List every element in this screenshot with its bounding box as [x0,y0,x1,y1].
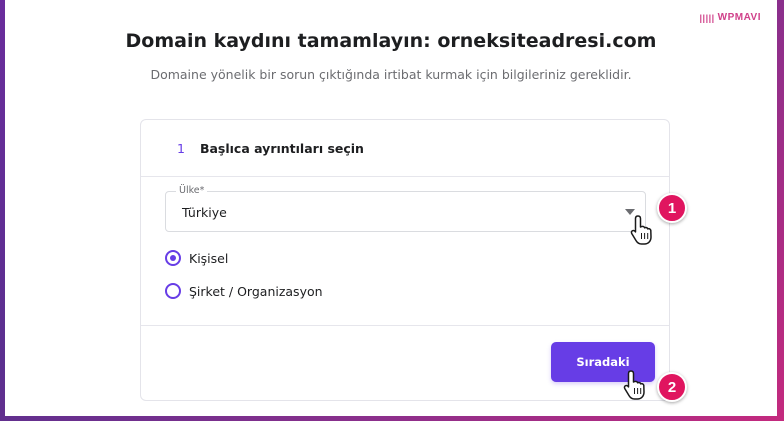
hand-pointer-icon [623,370,645,400]
card-header: 1 Başlıca ayrıntıları seçin [141,120,669,177]
watermark-logo: ||||| WPMAVI [700,12,761,23]
step-title: Başlıca ayrıntıları seçin [199,140,364,156]
step-badge-1: 1 [657,193,687,223]
details-card: 1 Başlıca ayrıntıları seçin Ülke* Türkiy… [140,119,670,401]
watermark-mark: ||||| [699,12,715,23]
watermark-text: WPMAVI [717,12,761,23]
page: ||||| WPMAVI Domain kaydını tamamlayın: … [5,0,777,416]
country-select-value: Türkiye [182,205,227,220]
radio-company-label: Şirket / Organizasyon [189,283,323,299]
country-select-label: Ülke* [176,185,208,196]
radio-company[interactable]: Şirket / Organizasyon [165,283,323,299]
page-title: Domain kaydını tamamlayın: orneksiteadre… [125,30,657,52]
radio-personal-label: Kişisel [189,250,229,266]
radio-checked-icon[interactable] [165,250,181,266]
radio-unchecked-icon[interactable] [165,283,181,299]
radio-personal[interactable]: Kişisel [165,250,228,266]
step-badge-2: 2 [657,372,687,402]
card-divider [141,325,669,326]
country-select[interactable]: Ülke* Türkiye [165,185,646,232]
hand-pointer-icon [630,215,652,245]
step-number: 1 [177,140,185,156]
page-subtitle: Domaine yönelik bir sorun çıktığında irt… [150,67,632,82]
